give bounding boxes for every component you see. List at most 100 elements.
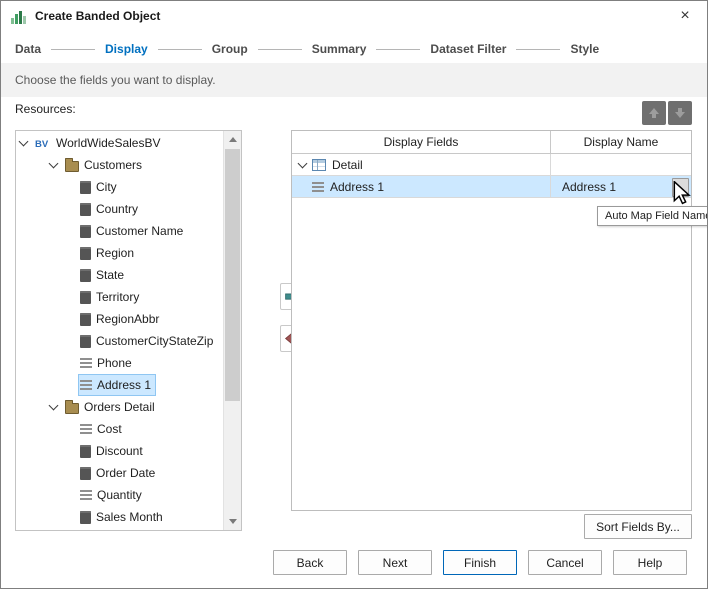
cancel-button[interactable]: Cancel bbox=[528, 550, 602, 575]
tree-item[interactable]: Country bbox=[16, 198, 224, 220]
window-title: Create Banded Object bbox=[35, 9, 161, 23]
tree-item[interactable]: Discount bbox=[16, 440, 224, 462]
table-rows: Detail Address 1 Address 1 bbox=[292, 154, 691, 198]
create-banded-object-dialog: Create Banded Object × Data Display Grou… bbox=[0, 0, 708, 589]
tree-item-label: Country bbox=[96, 202, 139, 216]
tree-item-icon bbox=[80, 334, 91, 348]
tree-item-icon bbox=[80, 444, 91, 458]
scroll-up-icon[interactable] bbox=[224, 131, 241, 148]
tree-item-icon bbox=[80, 510, 91, 524]
tree-item-label: Cost bbox=[97, 422, 122, 436]
auto-map-button[interactable] bbox=[672, 178, 689, 197]
tree-item[interactable]: Order Date bbox=[16, 462, 224, 484]
tree-item-icon bbox=[80, 180, 91, 194]
tree-item-icon bbox=[80, 290, 91, 304]
tree-item-label: CustomerCityStateZip bbox=[96, 334, 214, 348]
wizard-steps: Data Display Group Summary Dataset Filte… bbox=[15, 37, 693, 61]
tree-item-icon bbox=[80, 268, 91, 282]
tree-item-icon bbox=[80, 312, 91, 326]
wizard-step[interactable]: Display bbox=[105, 42, 212, 56]
tree-item[interactable]: RegionAbbr bbox=[16, 308, 224, 330]
tree-item-label: Sales Month bbox=[96, 510, 163, 524]
table-row[interactable]: Address 1 Address 1 bbox=[292, 176, 691, 198]
expander-icon[interactable] bbox=[18, 136, 29, 147]
tree-item-label: Phone bbox=[97, 356, 132, 370]
wizard-step[interactable]: Summary bbox=[312, 42, 431, 56]
tree-item-label: Territory bbox=[96, 290, 140, 304]
row-icon bbox=[312, 181, 324, 192]
footer-buttons: Back Next Finish Cancel Help bbox=[273, 550, 687, 575]
arrow-down-icon bbox=[675, 108, 685, 118]
display-fields-table: Display Fields Display Name Detail Addre… bbox=[291, 130, 692, 511]
resources-tree-panel: WorldWideSalesBV Customers City bbox=[15, 130, 242, 531]
table-row[interactable]: Detail bbox=[292, 154, 691, 176]
tree-item[interactable]: State bbox=[16, 264, 224, 286]
resources-tree: WorldWideSalesBV Customers City bbox=[16, 132, 224, 528]
wizard-step-label: Display bbox=[105, 42, 148, 56]
tree-item[interactable]: Customers bbox=[16, 154, 224, 176]
tree-item[interactable]: Phone bbox=[16, 352, 224, 374]
wizard-step[interactable]: Style bbox=[570, 42, 599, 56]
close-icon[interactable]: × bbox=[675, 6, 695, 26]
tree-item-label: State bbox=[96, 268, 125, 282]
tree-item-icon bbox=[80, 246, 91, 260]
tree-item-label: WorldWideSalesBV bbox=[56, 136, 161, 150]
tree-item[interactable]: Address 1 bbox=[16, 374, 224, 396]
tree-item[interactable]: Quantity bbox=[16, 484, 224, 506]
app-icon bbox=[11, 8, 27, 24]
expander-icon[interactable] bbox=[297, 158, 308, 168]
wizard-step[interactable]: Dataset Filter bbox=[430, 42, 570, 56]
tree-item[interactable]: WorldWideSalesBV bbox=[16, 132, 224, 154]
tree-item-label: Customers bbox=[84, 158, 143, 172]
display-field-label: Detail bbox=[332, 157, 363, 172]
resources-label: Resources: bbox=[15, 102, 76, 116]
tree-item-icon bbox=[35, 137, 51, 149]
titlebar: Create Banded Object × bbox=[1, 1, 707, 31]
expander-icon[interactable] bbox=[48, 400, 59, 411]
column-header-display-fields[interactable]: Display Fields bbox=[292, 131, 551, 153]
column-header-display-name[interactable]: Display Name bbox=[551, 131, 691, 153]
tree-item-label: Quantity bbox=[97, 488, 142, 502]
reorder-buttons bbox=[642, 101, 692, 125]
tree-item-icon bbox=[80, 224, 91, 238]
tree-item-icon bbox=[65, 399, 79, 414]
wizard-step[interactable]: Group bbox=[212, 42, 312, 56]
tree-item[interactable]: Sales Month bbox=[16, 506, 224, 528]
scroll-down-icon[interactable] bbox=[224, 513, 241, 530]
tree-item-label: Orders Detail bbox=[84, 400, 155, 414]
display-name-value: Address 1 bbox=[562, 179, 617, 194]
tree-item[interactable]: City bbox=[16, 176, 224, 198]
tree-item-label: RegionAbbr bbox=[96, 312, 160, 326]
row-icon bbox=[312, 158, 326, 171]
tree-item[interactable]: Territory bbox=[16, 286, 224, 308]
tree-item[interactable]: Cost bbox=[16, 418, 224, 440]
scrollbar-thumb[interactable] bbox=[225, 149, 240, 401]
finish-button[interactable]: Finish bbox=[443, 550, 517, 575]
tree-item-icon bbox=[80, 466, 91, 480]
expander-icon[interactable] bbox=[48, 158, 59, 169]
tree-item-label: Order Date bbox=[96, 466, 156, 480]
tree-item-label: Discount bbox=[96, 444, 143, 458]
tooltip: Auto Map Field Name bbox=[597, 206, 707, 226]
wizard-step-label: Group bbox=[211, 42, 248, 56]
tree-item-label: City bbox=[96, 180, 117, 194]
next-button[interactable]: Next bbox=[358, 550, 432, 575]
move-up-button[interactable] bbox=[642, 101, 666, 125]
tree-item-label: Address 1 bbox=[97, 378, 152, 392]
back-button[interactable]: Back bbox=[273, 550, 347, 575]
wizard-step[interactable]: Data bbox=[15, 42, 105, 56]
tree-item-label: Customer Name bbox=[96, 224, 184, 238]
wizard-step-label: Dataset Filter bbox=[430, 42, 507, 56]
tree-item-icon bbox=[80, 424, 92, 434]
tree-item[interactable]: Orders Detail bbox=[16, 396, 224, 418]
tree-item[interactable]: CustomerCityStateZip bbox=[16, 330, 224, 352]
tree-item[interactable]: Region bbox=[16, 242, 224, 264]
tree-item-icon bbox=[80, 380, 92, 390]
move-down-button[interactable] bbox=[668, 101, 692, 125]
help-button[interactable]: Help bbox=[613, 550, 687, 575]
wizard-step-label: Style bbox=[570, 42, 600, 56]
tree-item[interactable]: Customer Name bbox=[16, 220, 224, 242]
sort-fields-by-button[interactable]: Sort Fields By... bbox=[584, 514, 692, 539]
tree-scrollbar[interactable] bbox=[223, 131, 241, 530]
tree-item-icon bbox=[80, 358, 92, 368]
